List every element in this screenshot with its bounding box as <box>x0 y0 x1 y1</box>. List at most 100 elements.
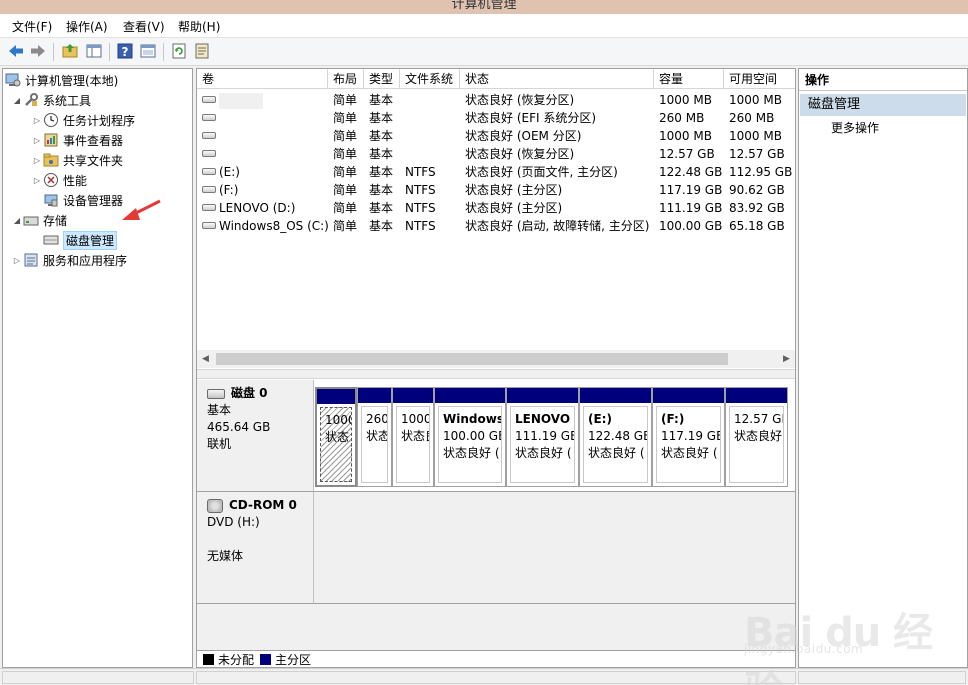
menu-help[interactable]: 帮助(H) <box>178 18 220 35</box>
drive-icon <box>202 132 216 139</box>
column-header-filesystem[interactable]: 文件系统 <box>400 69 460 89</box>
partition-legend: 未分配 主分区 <box>197 650 795 667</box>
scroll-right-icon[interactable]: ▶ <box>778 350 795 368</box>
column-header-status[interactable]: 状态 <box>460 69 654 89</box>
expanded-arrow-icon[interactable]: ◢ <box>11 96 23 105</box>
partition-size: 260 <box>366 412 388 426</box>
forward-icon[interactable] <box>28 41 48 61</box>
tree-item-task-scheduler[interactable]: ▷ 任务计划程序 <box>31 110 135 130</box>
volume-capacity: 260 MB <box>659 111 705 125</box>
partition-block[interactable]: (F:) 117.19 GE 状态良好 ( <box>652 387 725 487</box>
partition-band <box>507 388 578 403</box>
menu-view[interactable]: 查看(V) <box>123 18 165 35</box>
disk-name: 磁盘 0 <box>231 386 268 400</box>
column-header-free-space[interactable]: 可用空间 <box>724 69 795 89</box>
volume-row[interactable]: Windows8_OS (C:) 简单 基本 NTFS 状态良好 (启动, 故障… <box>197 217 795 235</box>
volume-row[interactable]: (F:) 简单 基本 NTFS 状态良好 (主分区) 117.19 GB 90.… <box>197 181 795 199</box>
disk-graphical-view: 磁盘 0 基本 465.64 GB 联机 1000 状态良 260 状态 1000 状… <box>197 380 795 650</box>
export-icon[interactable] <box>192 41 212 61</box>
volume-capacity: 12.57 GB <box>659 147 715 161</box>
volume-name: LENOVO (D:) <box>219 201 296 215</box>
partition-block[interactable]: 260 状态 <box>357 387 392 487</box>
volume-layout: 简单 <box>333 183 358 197</box>
partition-status: 状态良 <box>401 429 429 443</box>
tree-label: 服务和应用程序 <box>43 253 128 268</box>
tree-item-performance[interactable]: ▷ 性能 <box>31 170 87 190</box>
volume-layout: 简单 <box>333 219 358 233</box>
status-panel <box>2 671 194 684</box>
legend-item: 未分配 <box>203 651 254 668</box>
disk-0-label[interactable]: 磁盘 0 基本 465.64 GB 联机 <box>197 380 314 492</box>
menu-file[interactable]: 文件(F) <box>12 18 52 35</box>
disk-management-icon <box>43 232 59 248</box>
collapsed-arrow-icon[interactable]: ▷ <box>31 116 43 125</box>
tree-item-event-viewer[interactable]: ▷ 事件查看器 <box>31 130 123 150</box>
menu-bar: 文件(F) 操作(A) 查看(V) 帮助(H) <box>0 14 968 38</box>
up-folder-icon[interactable] <box>60 41 80 61</box>
drive-icon <box>202 150 216 157</box>
volume-free: 90.62 GB <box>729 183 785 197</box>
show-hide-tree-icon[interactable] <box>84 41 104 61</box>
volume-status: 状态良好 (主分区) <box>465 201 563 215</box>
volume-row[interactable]: LENOVO (D:) 简单 基本 NTFS 状态良好 (主分区) 111.19… <box>197 199 795 217</box>
horizontal-scrollbar[interactable]: ◀ ▶ <box>197 350 795 368</box>
volume-type: 基本 <box>369 165 394 179</box>
tree-item-computer-management[interactable]: 计算机管理(本地) <box>5 70 118 90</box>
column-header-capacity[interactable]: 容量 <box>654 69 724 89</box>
tree-item-system-tools[interactable]: ◢ 系统工具 <box>11 90 91 110</box>
tree-item-device-manager[interactable]: 设备管理器 <box>43 190 123 210</box>
pane-splitter[interactable] <box>197 369 795 379</box>
properties-icon[interactable] <box>138 41 158 61</box>
volume-row[interactable]: 简单 基本 状态良好 (OEM 分区) 1000 MB 1000 MB <box>197 127 795 145</box>
tree-label: 性能 <box>63 173 88 188</box>
shared-folder-icon <box>43 152 59 168</box>
volume-fs <box>400 127 460 145</box>
partition-status: 状态良 <box>325 430 351 444</box>
actions-section-disk-management[interactable]: 磁盘管理 <box>800 94 966 116</box>
partition-name: Windows <box>443 412 502 426</box>
volume-row[interactable]: (E:) 简单 基本 NTFS 状态良好 (页面文件, 主分区) 122.48 … <box>197 163 795 181</box>
partition-block[interactable]: 1000 状态良 <box>392 387 434 487</box>
volume-layout: 简单 <box>333 129 358 143</box>
tree-item-storage[interactable]: ◢ 存储 <box>11 210 67 230</box>
storage-icon <box>23 212 39 228</box>
tree-item-shared-folders[interactable]: ▷ 共享文件夹 <box>31 150 123 170</box>
volume-fs <box>400 145 460 163</box>
tree-item-services-apps[interactable]: ▷ 服务和应用程序 <box>11 250 127 270</box>
collapsed-arrow-icon[interactable]: ▷ <box>31 176 43 185</box>
collapsed-arrow-icon[interactable]: ▷ <box>31 136 43 145</box>
help-icon[interactable]: ? <box>115 41 135 61</box>
navigation-tree: 计算机管理(本地) ◢ 系统工具 ▷ 任务计划程序 ▷ 事件查看器 ▷ 共享文件… <box>2 68 193 668</box>
collapsed-arrow-icon[interactable]: ▷ <box>31 156 43 165</box>
collapsed-arrow-icon[interactable]: ▷ <box>11 256 23 265</box>
menu-action[interactable]: 操作(A) <box>66 18 108 35</box>
partition-block[interactable]: 1000 状态良 <box>315 387 357 487</box>
volume-row[interactable]: 简单 基本 状态良好 (恢复分区) 12.57 GB 12.57 GB <box>197 145 795 163</box>
scroll-left-icon[interactable]: ◀ <box>197 350 214 368</box>
column-header-layout[interactable]: 布局 <box>328 69 364 89</box>
back-icon[interactable] <box>6 41 26 61</box>
partition-block[interactable]: 12.57 GI 状态良好 <box>725 387 788 487</box>
scrollbar-thumb[interactable] <box>216 353 728 365</box>
partition-size: 1000 <box>325 413 351 427</box>
partition-block[interactable]: (E:) 122.48 GE 状态良好 ( <box>579 387 652 487</box>
volume-layout: 简单 <box>333 165 358 179</box>
expanded-arrow-icon[interactable]: ◢ <box>11 216 23 225</box>
volume-status: 状态良好 (恢复分区) <box>465 93 575 107</box>
refresh-icon[interactable] <box>169 41 189 61</box>
partition-block[interactable]: Windows 100.00 GE 状态良好 ( <box>434 387 506 487</box>
performance-icon <box>43 172 59 188</box>
drive-icon <box>202 222 216 229</box>
volume-row[interactable]: 简单 基本 状态良好 (恢复分区) 1000 MB 1000 MB <box>197 91 795 109</box>
column-header-volume[interactable]: 卷 <box>197 69 328 89</box>
tree-item-disk-management[interactable]: 磁盘管理 <box>43 230 118 250</box>
column-header-type[interactable]: 类型 <box>364 69 400 89</box>
computer-management-icon <box>5 72 21 88</box>
cdrom-0-label[interactable]: CD-ROM 0 DVD (H:) 无媒体 <box>197 492 314 604</box>
disk-type: 基本 <box>207 403 232 417</box>
volume-fs: NTFS <box>405 219 436 233</box>
volume-status: 状态良好 (OEM 分区) <box>465 129 582 143</box>
more-actions-link[interactable]: 更多操作 <box>831 119 879 136</box>
partition-block[interactable]: LENOVO 111.19 GE 状态良好 ( <box>506 387 579 487</box>
volume-row[interactable]: 简单 基本 状态良好 (EFI 系统分区) 260 MB 260 MB <box>197 109 795 127</box>
